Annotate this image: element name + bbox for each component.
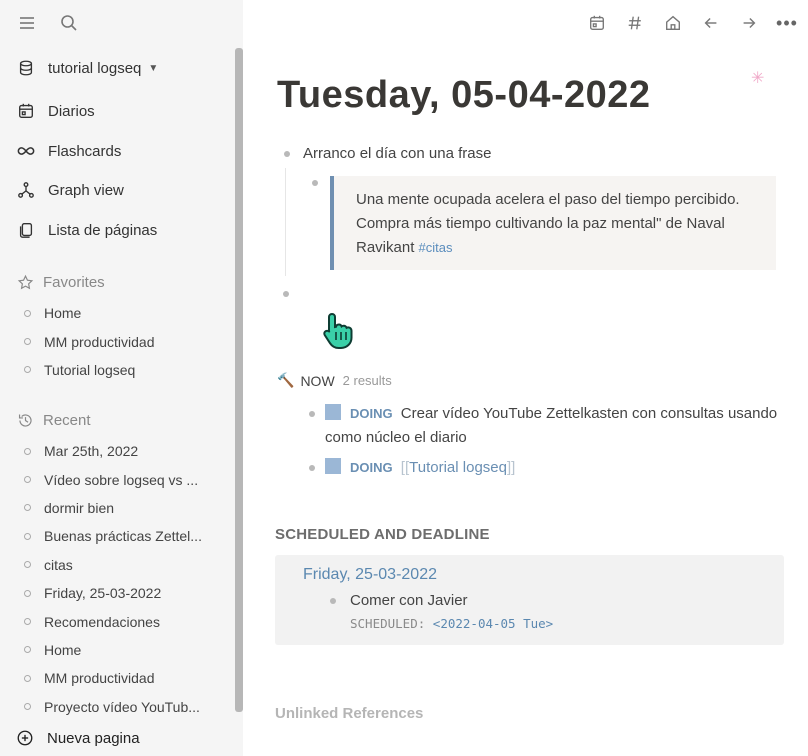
scheduled-date-value[interactable]: <2022-04-05 Tue> bbox=[433, 616, 553, 631]
quote-block[interactable]: Una mente ocupada acelera el paso del ti… bbox=[330, 176, 776, 270]
sidebar-item-graph-view[interactable]: Graph view bbox=[16, 178, 124, 202]
calendar-icon bbox=[16, 101, 36, 121]
pages-icon bbox=[16, 220, 36, 240]
graph-icon bbox=[16, 180, 36, 200]
database-icon bbox=[16, 58, 36, 78]
block[interactable]: Arranco el día con una frase bbox=[284, 145, 491, 162]
new-page-button[interactable]: Nueva pagina bbox=[16, 729, 140, 747]
recent-item[interactable]: Home bbox=[24, 636, 202, 664]
block-bullet[interactable] bbox=[312, 180, 318, 186]
recent-item[interactable]: Buenas prácticas Zettel... bbox=[24, 522, 202, 550]
sparkle-icon: ✳ bbox=[751, 70, 765, 87]
task-checkbox[interactable] bbox=[325, 404, 341, 420]
new-page-label: Nueva pagina bbox=[47, 729, 140, 747]
sidebar-item-label: Lista de páginas bbox=[48, 221, 158, 239]
now-query-header[interactable]: 🔨 NOW 2 results bbox=[277, 372, 392, 389]
top-toolbar: ••• bbox=[586, 12, 798, 34]
sidebar-item-all-pages[interactable]: Lista de páginas bbox=[16, 218, 157, 242]
scheduled-label: SCHEDULED: bbox=[350, 616, 426, 631]
task-marker[interactable]: DOING bbox=[350, 406, 393, 421]
scheduled-block-text: Comer con Javier bbox=[350, 592, 468, 609]
block-bullet[interactable] bbox=[309, 411, 315, 417]
arrow-right-icon[interactable] bbox=[738, 12, 760, 34]
recent-item[interactable]: Friday, 25-03-2022 bbox=[24, 579, 202, 607]
scheduled-block[interactable]: Comer con Javier bbox=[330, 592, 468, 609]
hammer-icon: 🔨 bbox=[277, 372, 295, 388]
more-options-icon[interactable]: ••• bbox=[776, 12, 798, 34]
scheduled-section-title[interactable]: SCHEDULED AND DEADLINE bbox=[275, 526, 490, 543]
tag-link[interactable]: #citas bbox=[419, 240, 453, 255]
hand-cursor-icon bbox=[323, 312, 353, 349]
scheduled-meta: SCHEDULED: <2022-04-05 Tue> bbox=[350, 616, 553, 631]
favorites-header[interactable]: Favorites bbox=[17, 274, 105, 291]
scheduled-page-link[interactable]: Friday, 25-03-2022 bbox=[303, 566, 437, 584]
block-bullet[interactable] bbox=[309, 465, 315, 471]
menu-icon[interactable] bbox=[16, 12, 38, 34]
block-bullet[interactable] bbox=[330, 597, 336, 604]
block-thread-line bbox=[285, 168, 286, 276]
task-item[interactable]: DOING Crear vídeo YouTube Zettelkasten c… bbox=[309, 402, 785, 450]
ref-open-brackets: [[ bbox=[400, 459, 410, 476]
sidebar-scrollbar[interactable] bbox=[235, 48, 243, 712]
history-icon bbox=[18, 414, 32, 427]
infinity-icon bbox=[16, 141, 36, 161]
favorite-item[interactable]: MM productividad bbox=[24, 327, 155, 355]
recent-item[interactable]: Mar 25th, 2022 bbox=[24, 437, 202, 465]
sidebar-item-flashcards[interactable]: Flashcards bbox=[16, 139, 121, 163]
arrow-left-icon[interactable] bbox=[700, 12, 722, 34]
now-title: NOW bbox=[300, 372, 335, 389]
graph-selector[interactable]: tutorial logseq ▼ bbox=[16, 56, 158, 80]
sidebar-item-label: Graph view bbox=[48, 181, 124, 199]
search-icon[interactable] bbox=[58, 12, 80, 34]
plus-circle-icon bbox=[17, 730, 33, 746]
sidebar-item-label: Diarios bbox=[48, 102, 95, 120]
left-sidebar: tutorial logseq ▼ Diarios Flashcards Gra… bbox=[0, 0, 243, 756]
task-item[interactable]: DOING [[Tutorial logseq]] bbox=[309, 456, 785, 480]
favorite-item[interactable]: Home bbox=[24, 299, 155, 327]
recent-item[interactable]: Proyecto vídeo YouTub... bbox=[24, 693, 202, 721]
block-bullet[interactable] bbox=[284, 150, 290, 157]
sidebar-top-icons bbox=[16, 12, 80, 34]
page-title[interactable]: Tuesday, 05-04-2022 bbox=[277, 74, 651, 117]
recent-item[interactable]: citas bbox=[24, 551, 202, 579]
favorites-list: Home MM productividad Tutorial logseq bbox=[24, 299, 155, 384]
recent-title: Recent bbox=[43, 412, 91, 429]
quote-text: Una mente ocupada acelera el paso del ti… bbox=[356, 191, 740, 256]
sidebar-item-diarios[interactable]: Diarios bbox=[16, 99, 95, 123]
chevron-down-icon: ▼ bbox=[148, 62, 159, 74]
recent-item[interactable]: MM productividad bbox=[24, 664, 202, 692]
hashtag-icon[interactable] bbox=[624, 12, 646, 34]
task-checkbox[interactable] bbox=[325, 458, 341, 474]
recent-item[interactable]: Recomendaciones bbox=[24, 607, 202, 635]
empty-block-bullet[interactable] bbox=[283, 291, 289, 297]
calendar-icon[interactable] bbox=[586, 12, 608, 34]
graph-name: tutorial logseq bbox=[48, 59, 142, 77]
scheduled-card: Friday, 25-03-2022 Comer con Javier SCHE… bbox=[275, 555, 784, 645]
star-icon bbox=[17, 274, 34, 290]
block-text[interactable]: Arranco el día con una frase bbox=[303, 145, 491, 162]
page-ref-link[interactable]: Tutorial logseq bbox=[409, 459, 507, 476]
unlinked-references-toggle[interactable]: Unlinked References bbox=[275, 705, 423, 722]
favorite-item[interactable]: Tutorial logseq bbox=[24, 356, 155, 384]
recent-item[interactable]: dormir bien bbox=[24, 494, 202, 522]
recent-list: Mar 25th, 2022 Vídeo sobre logseq vs ...… bbox=[24, 437, 202, 721]
task-marker[interactable]: DOING bbox=[350, 460, 393, 475]
home-icon[interactable] bbox=[662, 12, 684, 34]
now-result-count: 2 results bbox=[342, 373, 392, 388]
sidebar-item-label: Flashcards bbox=[48, 142, 122, 160]
recent-item[interactable]: Vídeo sobre logseq vs ... bbox=[24, 465, 202, 493]
ref-close-brackets: ]] bbox=[506, 459, 516, 476]
favorites-title: Favorites bbox=[43, 274, 105, 291]
recent-header[interactable]: Recent bbox=[17, 412, 91, 429]
